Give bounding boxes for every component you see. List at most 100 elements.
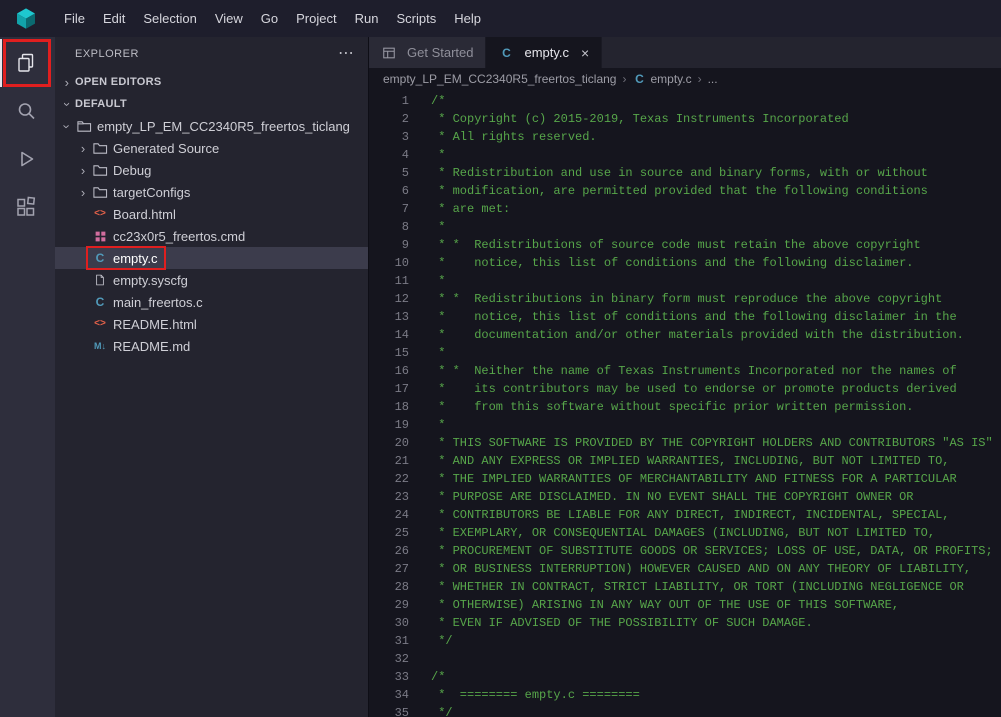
folder-icon bbox=[91, 185, 109, 200]
code-text: * OTHERWISE) ARISING IN ANY WAY OUT OF T… bbox=[431, 596, 899, 614]
sidebar-title: EXPLORER bbox=[75, 48, 139, 60]
code-editor[interactable]: 1/*2 * Copyright (c) 2015-2019, Texas In… bbox=[369, 90, 1001, 717]
code-text: /* bbox=[431, 668, 445, 686]
activity-bar bbox=[0, 37, 55, 717]
code-line: 8 * bbox=[369, 218, 1001, 236]
app-window: FileEditSelectionViewGoProjectRunScripts… bbox=[0, 0, 1001, 717]
code-text: * PROCUREMENT OF SUBSTITUTE GOODS OR SER… bbox=[431, 542, 993, 560]
tab-empty-c[interactable]: Cempty.c× bbox=[486, 37, 602, 68]
code-line: 35 */ bbox=[369, 704, 1001, 717]
code-text: */ bbox=[431, 632, 453, 650]
code-text: * bbox=[431, 416, 445, 434]
code-text: * CONTRIBUTORS BE LIABLE FOR ANY DIRECT,… bbox=[431, 506, 949, 524]
tree-item-label: targetConfigs bbox=[113, 185, 190, 200]
code-line: 14 * documentation and/or other material… bbox=[369, 326, 1001, 344]
code-line: 20 * THIS SOFTWARE IS PROVIDED BY THE CO… bbox=[369, 434, 1001, 452]
code-line: 34 * ======== empty.c ======== bbox=[369, 686, 1001, 704]
menu-item-help[interactable]: Help bbox=[445, 7, 490, 30]
tree-item-cc23x0r5-freertos-cmd[interactable]: cc23x0r5_freertos.cmd bbox=[55, 225, 368, 247]
line-number: 13 bbox=[369, 308, 409, 326]
run-debug-icon bbox=[12, 147, 40, 171]
code-line: 4 * bbox=[369, 146, 1001, 164]
line-number: 30 bbox=[369, 614, 409, 632]
tree-item-generated-source[interactable]: Generated Source bbox=[55, 137, 368, 159]
menu-item-go[interactable]: Go bbox=[252, 7, 287, 30]
tree-item-empty-c[interactable]: Cempty.c bbox=[55, 247, 368, 269]
search-icon bbox=[12, 99, 40, 123]
tree-item-empty-lp-em-cc2340r5-freertos-ticlang[interactable]: empty_LP_EM_CC2340R5_freertos_ticlang bbox=[55, 115, 368, 137]
tree-item-debug[interactable]: Debug bbox=[55, 159, 368, 181]
code-line: 15 * bbox=[369, 344, 1001, 362]
tree-item-empty-syscfg[interactable]: empty.syscfg bbox=[55, 269, 368, 291]
code-line: 24 * CONTRIBUTORS BE LIABLE FOR ANY DIRE… bbox=[369, 506, 1001, 524]
code-text: * Copyright (c) 2015-2019, Texas Instrum… bbox=[431, 110, 849, 128]
line-number: 29 bbox=[369, 596, 409, 614]
menu-item-selection[interactable]: Selection bbox=[134, 7, 205, 30]
sidebar-header: EXPLORER bbox=[55, 37, 368, 71]
tree-item-label: cc23x0r5_freertos.cmd bbox=[113, 229, 245, 244]
code-text: * Redistribution and use in source and b… bbox=[431, 164, 928, 182]
line-number: 31 bbox=[369, 632, 409, 650]
breadcrumb-label: empty.c bbox=[650, 72, 691, 86]
code-line: 9 * * Redistributions of source code mus… bbox=[369, 236, 1001, 254]
code-text: * bbox=[431, 272, 445, 290]
open-editors-section[interactable]: OPEN EDITORS bbox=[55, 71, 368, 93]
workspace-section[interactable]: DEFAULT bbox=[55, 93, 368, 115]
menu-item-run[interactable]: Run bbox=[346, 7, 388, 30]
workspace-label: DEFAULT bbox=[75, 98, 127, 110]
menu-item-edit[interactable]: Edit bbox=[94, 7, 134, 30]
breadcrumb-label: ... bbox=[708, 72, 718, 86]
breadcrumb-item-[interactable]: ... bbox=[708, 72, 718, 86]
line-number: 1 bbox=[369, 92, 409, 110]
code-line: 22 * THE IMPLIED WARRANTIES OF MERCHANTA… bbox=[369, 470, 1001, 488]
breadcrumb-item-empty-c[interactable]: Cempty.c bbox=[632, 72, 691, 86]
code-text: * documentation and/or other materials p… bbox=[431, 326, 964, 344]
code-line: 33/* bbox=[369, 668, 1001, 686]
code-text: * * Neither the name of Texas Instrument… bbox=[431, 362, 957, 380]
code-line: 30 * EVEN IF ADVISED OF THE POSSIBILITY … bbox=[369, 614, 1001, 632]
explorer-sidebar: EXPLORER OPEN EDITORS DEFAULT empty_LP_E… bbox=[55, 37, 368, 717]
line-number: 14 bbox=[369, 326, 409, 344]
code-text: * notice, this list of conditions and th… bbox=[431, 308, 957, 326]
activity-search[interactable] bbox=[0, 87, 55, 135]
tree-item-board-html[interactable]: <>Board.html bbox=[55, 203, 368, 225]
c-file-icon: C bbox=[498, 47, 514, 59]
code-line: 19 * bbox=[369, 416, 1001, 434]
menu-item-view[interactable]: View bbox=[206, 7, 252, 30]
activity-extensions[interactable] bbox=[0, 183, 55, 231]
tree-item-main-freertos-c[interactable]: Cmain_freertos.c bbox=[55, 291, 368, 313]
menu-item-project[interactable]: Project bbox=[287, 7, 345, 30]
code-text: * modification, are permitted provided t… bbox=[431, 182, 928, 200]
activity-explorer[interactable] bbox=[0, 39, 55, 87]
tab-get-started[interactable]: Get Started bbox=[369, 37, 486, 68]
code-text: * are met: bbox=[431, 200, 510, 218]
code-line: 31 */ bbox=[369, 632, 1001, 650]
close-icon[interactable]: × bbox=[581, 45, 589, 61]
code-text: * * Redistributions of source code must … bbox=[431, 236, 921, 254]
menu-item-file[interactable]: File bbox=[55, 7, 94, 30]
tree-item-targetconfigs[interactable]: targetConfigs bbox=[55, 181, 368, 203]
more-actions-icon[interactable] bbox=[338, 49, 354, 59]
code-text: * EVEN IF ADVISED OF THE POSSIBILITY OF … bbox=[431, 614, 813, 632]
activity-run-debug[interactable] bbox=[0, 135, 55, 183]
line-number: 19 bbox=[369, 416, 409, 434]
code-text: * bbox=[431, 218, 445, 236]
code-text: * notice, this list of conditions and th… bbox=[431, 254, 913, 272]
code-line: 11 * bbox=[369, 272, 1001, 290]
breadcrumb-item-empty-lp-em-cc2340r5-freertos-ticlang[interactable]: empty_LP_EM_CC2340R5_freertos_ticlang bbox=[383, 72, 616, 86]
menu-item-scripts[interactable]: Scripts bbox=[387, 7, 445, 30]
code-line: 10 * notice, this list of conditions and… bbox=[369, 254, 1001, 272]
c-file-icon: C bbox=[91, 252, 109, 264]
tree-item-readme-html[interactable]: <>README.html bbox=[55, 313, 368, 335]
editor-area: Get StartedCempty.c× empty_LP_EM_CC2340R… bbox=[368, 37, 1001, 717]
file-icon bbox=[91, 273, 109, 287]
folder-icon bbox=[91, 141, 109, 156]
line-number: 17 bbox=[369, 380, 409, 398]
tree-item-readme-md[interactable]: M↓README.md bbox=[55, 335, 368, 357]
tree-item-label: Board.html bbox=[113, 207, 176, 222]
code-text: * ======== empty.c ======== bbox=[431, 686, 640, 704]
chevron-right-icon bbox=[75, 141, 91, 156]
md-file-icon: M↓ bbox=[91, 342, 109, 351]
breadcrumb-separator: › bbox=[698, 72, 702, 86]
app-logo[interactable] bbox=[0, 6, 55, 32]
